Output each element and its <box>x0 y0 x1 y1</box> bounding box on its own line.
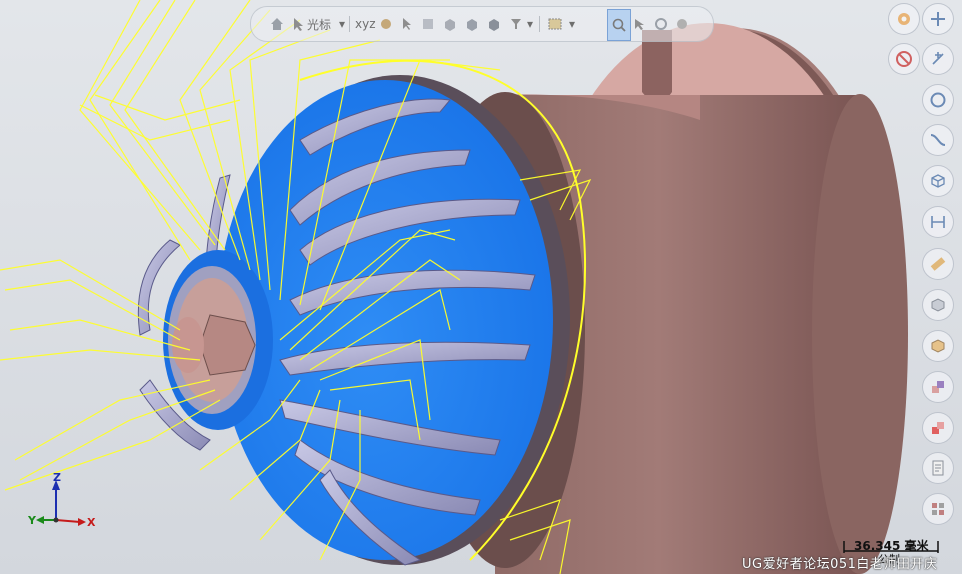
plus-icon[interactable] <box>922 3 954 35</box>
chevron-down-icon[interactable]: ▾ <box>527 14 533 34</box>
chevron-down-icon[interactable]: ▾ <box>339 14 345 34</box>
z-axis-label: Z <box>53 471 61 484</box>
filter-select-icon[interactable] <box>509 14 523 34</box>
point-snap-icon[interactable] <box>379 14 393 34</box>
scale-indicator: 36.345 毫米 公制 <box>842 537 938 566</box>
circle-icon[interactable] <box>922 84 954 116</box>
document-icon[interactable] <box>922 452 954 484</box>
body-select-icon[interactable] <box>465 14 479 34</box>
cursor-select-icon[interactable] <box>291 14 305 34</box>
shaded-box-icon[interactable] <box>922 330 954 362</box>
grid-icon[interactable] <box>922 493 954 525</box>
solid-select-icon[interactable] <box>443 14 457 34</box>
chevron-down-icon[interactable]: ▾ <box>569 14 575 34</box>
view-orient-icon[interactable] <box>633 14 647 34</box>
purple-squares-icon[interactable] <box>922 371 954 403</box>
settings-icon[interactable] <box>675 14 689 34</box>
cursor-label[interactable]: 光标 <box>307 14 331 34</box>
forum-watermark: UG爱好者论坛051白老师田开庆 <box>742 557 938 572</box>
add-points-icon[interactable] <box>922 43 954 75</box>
xyz-snap-button[interactable]: xyz <box>355 14 376 34</box>
y-axis-label: Y <box>28 514 36 527</box>
no-entry-icon[interactable] <box>888 43 920 75</box>
view-toolbar: 光标 ▾ xyz ▾ ▾ <box>250 6 714 42</box>
curve-icon[interactable] <box>922 124 954 156</box>
red-squares-icon[interactable] <box>922 412 954 444</box>
cube-wire-icon[interactable] <box>922 165 954 197</box>
arrow-select-icon[interactable] <box>401 14 413 34</box>
zoom-highlight-icon[interactable] <box>607 9 631 41</box>
rect-select-icon[interactable] <box>547 14 563 34</box>
rotate-icon[interactable] <box>653 14 669 34</box>
gear-icon[interactable] <box>888 3 920 35</box>
graphics-viewport[interactable] <box>0 0 962 574</box>
ruler-icon[interactable] <box>922 248 954 280</box>
box-icon[interactable] <box>922 289 954 321</box>
x-axis-label: X <box>87 516 96 529</box>
edge-select-icon[interactable] <box>487 14 501 34</box>
dimension-icon[interactable] <box>922 206 954 238</box>
home-icon[interactable] <box>269 14 285 34</box>
face-select-icon[interactable] <box>421 14 435 34</box>
